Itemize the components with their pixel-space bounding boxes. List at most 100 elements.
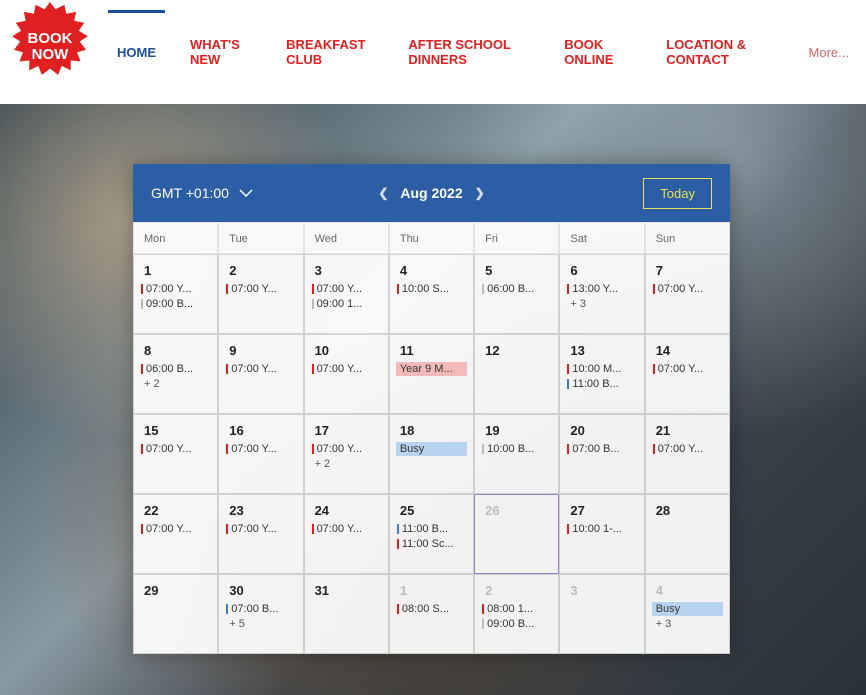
calendar-event[interactable]: Busy (652, 602, 723, 616)
calendar-cell[interactable]: 29 (133, 574, 218, 654)
calendar-event[interactable]: 11:00 Sc... (396, 537, 467, 551)
calendar-cell[interactable]: 19 10:00 B... (474, 414, 559, 494)
calendar-cell[interactable]: 410:00 S... (389, 254, 474, 334)
day-number: 2 (485, 583, 554, 598)
calendar-cell[interactable]: 2007:00 B... (559, 414, 644, 494)
calendar-event[interactable]: 07:00 Y... (652, 282, 723, 296)
calendar-cell[interactable]: 207:00 Y... (218, 254, 303, 334)
day-number: 1 (400, 583, 469, 598)
calendar-event[interactable]: 07:00 Y... (311, 522, 382, 536)
calendar-cell[interactable]: 2 08:00 1...09:00 B... (474, 574, 559, 654)
badge-text: BOOKNOW (28, 31, 73, 64)
nav-item-after-school-dinners[interactable]: AFTER SCHOOL DINNERS (391, 32, 547, 72)
calendar-event[interactable]: 10:00 1-... (566, 522, 637, 536)
calendar-event[interactable]: 07:00 Y... (225, 282, 296, 296)
day-number: 6 (570, 263, 639, 278)
calendar-event[interactable]: 07:00 Y... (225, 442, 296, 456)
calendar-cell[interactable]: 1 08:00 S... (389, 574, 474, 654)
calendar-event[interactable]: 07:00 Y... (225, 362, 296, 376)
calendar-cell[interactable]: 2407:00 Y... (304, 494, 389, 574)
calendar-event[interactable]: 06:00 B... (140, 362, 211, 376)
calendar-event[interactable]: 06:00 B... (481, 282, 552, 296)
calendar-cell[interactable]: 12 (474, 334, 559, 414)
calendar-event[interactable]: 10:00 B... (481, 442, 552, 456)
book-now-badge[interactable]: BOOKNOW (5, 2, 95, 92)
calendar-event[interactable]: 07:00 Y... (311, 282, 382, 296)
calendar-cell[interactable]: 18Busy (389, 414, 474, 494)
more-events-link[interactable]: + 5 (229, 618, 296, 630)
calendar-cell[interactable]: 1507:00 Y... (133, 414, 218, 494)
calendar-cell[interactable]: 2307:00 Y... (218, 494, 303, 574)
calendar-cell[interactable]: 506:00 B... (474, 254, 559, 334)
calendar-cell[interactable]: 107:00 Y...09:00 B... (133, 254, 218, 334)
calendar-cell[interactable]: 7 07:00 Y... (645, 254, 730, 334)
more-events-link[interactable]: + 3 (570, 298, 637, 310)
calendar-cell[interactable]: 21 07:00 Y... (645, 414, 730, 494)
calendar-cell[interactable]: 4Busy+ 3 (645, 574, 730, 654)
calendar-event[interactable]: 09:00 B... (140, 297, 211, 311)
nav-item-breakfast-club[interactable]: BREAKFAST CLUB (269, 32, 391, 72)
calendar-event[interactable]: 10:00 M... (566, 362, 637, 376)
calendar-event[interactable]: 09:00 1... (311, 297, 382, 311)
calendar-event[interactable]: 07:00 Y... (652, 362, 723, 376)
calendar-cell[interactable]: 1407:00 Y... (645, 334, 730, 414)
calendar-cell[interactable]: 26 (474, 494, 559, 574)
calendar-event[interactable]: 07:00 Y... (140, 442, 211, 456)
calendar-cell[interactable]: 2207:00 Y... (133, 494, 218, 574)
calendar-cell[interactable]: 31 (304, 574, 389, 654)
calendar-event[interactable]: 07:00 B... (566, 442, 637, 456)
more-events-link[interactable]: + 2 (315, 458, 382, 470)
more-events-link[interactable]: + 2 (144, 378, 211, 390)
calendar-cell[interactable]: 2710:00 1-... (559, 494, 644, 574)
nav-item-book-online[interactable]: BOOK ONLINE (547, 32, 649, 72)
calendar-cell[interactable]: 307:00 Y...09:00 1... (304, 254, 389, 334)
calendar-event[interactable]: 08:00 S... (396, 602, 467, 616)
calendar-cell[interactable]: 11Year 9 M... (389, 334, 474, 414)
main-nav: HOMEWHAT'S NEWBREAKFAST CLUBAFTER SCHOOL… (100, 12, 866, 92)
calendar-cell[interactable]: 1707:00 Y...+ 2 (304, 414, 389, 494)
timezone-label: GMT +01:00 (151, 185, 229, 201)
calendar-cell[interactable]: 3007:00 B...+ 5 (218, 574, 303, 654)
more-events-link[interactable]: + 3 (656, 618, 723, 630)
calendar-cell[interactable]: 6 13:00 Y... + 3 (559, 254, 644, 334)
calendar-event[interactable]: 13:00 Y... (566, 282, 637, 296)
calendar-event[interactable]: Busy (396, 442, 467, 456)
day-number: 7 (656, 263, 725, 278)
site-header: BOOKNOW HOMEWHAT'S NEWBREAKFAST CLUBAFTE… (0, 0, 866, 104)
calendar-event[interactable]: 07:00 Y... (652, 442, 723, 456)
calendar-cell[interactable]: 1007:00 Y... (304, 334, 389, 414)
calendar-cell[interactable]: 907:00 Y... (218, 334, 303, 414)
timezone-selector[interactable]: GMT +01:00 (151, 185, 253, 201)
day-number: 21 (656, 423, 725, 438)
calendar-event[interactable]: 07:00 Y... (311, 442, 382, 456)
calendar-event[interactable]: Year 9 M... (396, 362, 467, 376)
calendar-cell[interactable]: 1607:00 Y... (218, 414, 303, 494)
calendar-event[interactable]: 07:00 Y... (225, 522, 296, 536)
chevron-down-icon (239, 189, 253, 197)
calendar-event[interactable]: 07:00 B... (225, 602, 296, 616)
calendar-cell[interactable]: 806:00 B...+ 2 (133, 334, 218, 414)
calendar-event[interactable]: 11:00 B... (396, 522, 467, 536)
calendar-cell[interactable]: 2511:00 B...11:00 Sc... (389, 494, 474, 574)
day-number: 19 (485, 423, 554, 438)
calendar-event[interactable]: 11:00 B... (566, 377, 637, 391)
calendar-event[interactable]: 10:00 S... (396, 282, 467, 296)
calendar-event[interactable]: 08:00 1... (481, 602, 552, 616)
calendar-cell[interactable]: 28 (645, 494, 730, 574)
nav-item-location-contact[interactable]: LOCATION & CONTACT (649, 32, 791, 72)
calendar-event[interactable]: 07:00 Y... (140, 282, 211, 296)
calendar-cell[interactable]: 3 (559, 574, 644, 654)
nav-item-what-s-new[interactable]: WHAT'S NEW (173, 32, 269, 72)
prev-month-button[interactable]: ❮ (378, 186, 388, 200)
calendar-event[interactable]: 07:00 Y... (140, 522, 211, 536)
next-month-button[interactable]: ❯ (475, 186, 485, 200)
day-number: 29 (144, 583, 213, 598)
calendar-event[interactable]: 09:00 B... (481, 617, 552, 631)
calendar-cell[interactable]: 1310:00 M...11:00 B... (559, 334, 644, 414)
calendar-header: GMT +01:00 ❮ Aug 2022 ❯ Today (133, 164, 730, 222)
today-button[interactable]: Today (643, 178, 712, 209)
calendar-event[interactable]: 07:00 Y... (311, 362, 382, 376)
day-number: 12 (485, 343, 554, 358)
nav-item-more[interactable]: More... (792, 32, 866, 72)
nav-item-home[interactable]: HOME (100, 32, 173, 72)
